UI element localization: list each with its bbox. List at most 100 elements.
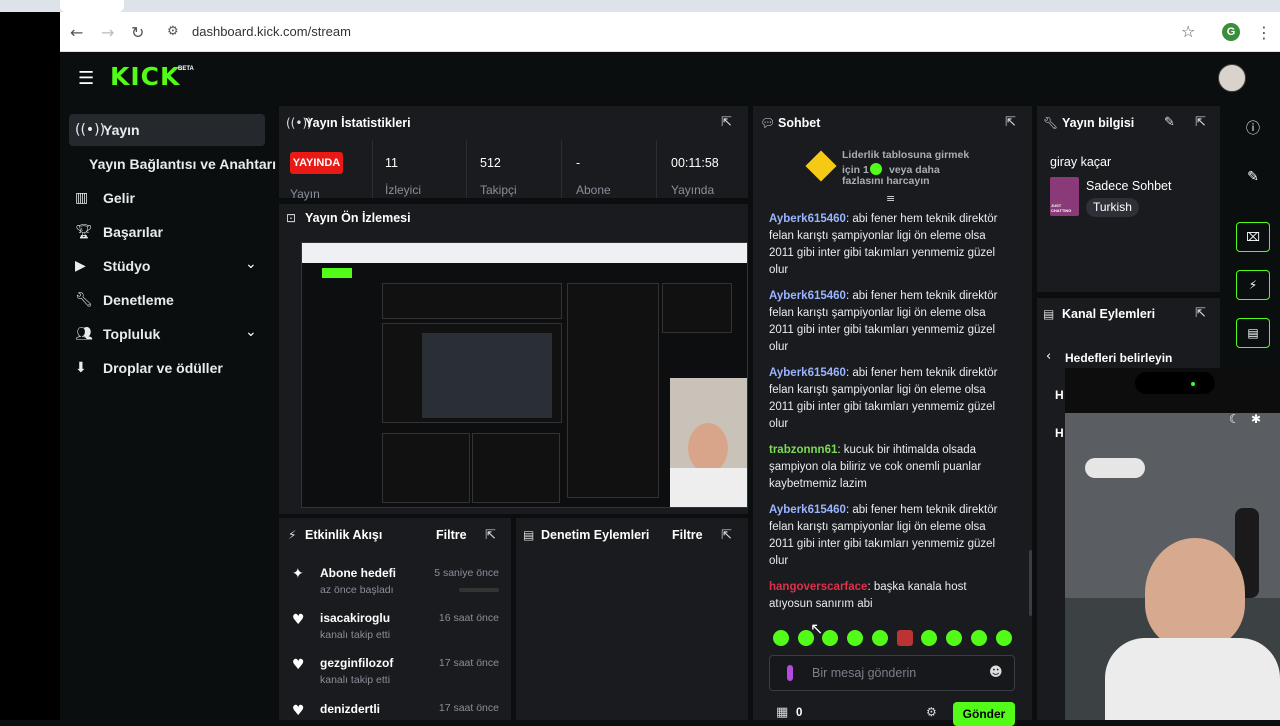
filter-button[interactable]: Filtre xyxy=(672,528,703,542)
sidebar-item-topluluk[interactable]: Topluluk xyxy=(103,326,160,342)
popout-icon[interactable]: ⇱ xyxy=(485,528,496,543)
activity-item-name: denizdertli xyxy=(320,702,381,716)
viewers-label: İzleyici xyxy=(385,183,422,197)
reload-icon[interactable]: ↻ xyxy=(131,23,144,42)
subs-label: Abone xyxy=(576,183,611,197)
log-icon: ▤ xyxy=(523,528,535,542)
sidebar-item-droplar[interactable]: Droplar ve ödüller xyxy=(103,360,223,376)
users-icon: 👥︎ xyxy=(75,326,93,342)
activity-item-sub: az önce başladı xyxy=(320,584,394,596)
panel-title: Sohbet xyxy=(778,116,821,130)
site-settings-icon[interactable]: ⚙ xyxy=(167,24,179,39)
emoji-icon[interactable]: ☻ xyxy=(989,665,1003,680)
emote-icon[interactable] xyxy=(847,630,863,646)
emote-icon[interactable] xyxy=(897,630,913,646)
browser-menu-icon[interactable]: ⋮ xyxy=(1256,23,1272,42)
heart-icon: ♥ xyxy=(292,657,305,673)
badge-icon xyxy=(787,665,793,681)
settings-gear-icon[interactable]: ⚙ xyxy=(926,705,937,719)
popout-icon[interactable]: ⇱ xyxy=(721,528,732,543)
chat-username[interactable]: Ayberk615460 xyxy=(769,504,846,516)
stream-preview-video[interactable] xyxy=(301,242,748,508)
chat-username[interactable]: hangoverscarface xyxy=(769,581,867,593)
emote-icon[interactable] xyxy=(872,630,888,646)
trophy-icon: 🏆︎ xyxy=(75,224,93,240)
user-avatar[interactable] xyxy=(1218,64,1246,92)
bookmark-star-icon[interactable]: ☆ xyxy=(1181,22,1195,41)
goal-progress-bar xyxy=(459,588,499,592)
chat-username[interactable]: trabzonnn61 xyxy=(769,444,837,456)
back-arrow-icon[interactable]: ← xyxy=(70,23,83,42)
collapse-icon[interactable]: ≡ xyxy=(886,192,895,205)
chevron-down-icon[interactable]: ⌄ xyxy=(245,256,257,272)
chat-message: Ayberk615460: abi fener hem teknik direk… xyxy=(769,367,998,430)
edit-pencil-icon[interactable]: ✎ xyxy=(1164,115,1175,130)
language-tag: Turkish xyxy=(1086,198,1139,217)
preview-icon: ⊡ xyxy=(286,211,297,225)
send-button[interactable]: Gönder xyxy=(953,702,1015,726)
camera-icon[interactable]: ⌧ xyxy=(1236,222,1270,252)
stream-title: giray kaçar xyxy=(1050,155,1112,169)
uptime-value: 00:11:58 xyxy=(671,156,719,170)
panel-title: Etkinlik Akışı xyxy=(305,528,383,542)
chat-username[interactable]: Ayberk615460 xyxy=(769,213,846,225)
divider xyxy=(466,140,467,198)
chart-icon: ▥ xyxy=(75,190,89,206)
broadcast-icon: ((•)) xyxy=(75,122,106,138)
chat-username[interactable]: Ayberk615460 xyxy=(769,290,846,302)
info-icon[interactable]: ⓘ xyxy=(1236,114,1270,144)
goal-row[interactable]: H xyxy=(1055,388,1064,402)
kick-logo[interactable]: KICK xyxy=(110,62,180,91)
sidebar-item-stream-key[interactable]: Yayın Bağlantısı ve Anahtarı xyxy=(89,156,276,172)
goal-row[interactable]: H xyxy=(1055,426,1064,440)
chevron-down-icon[interactable]: ⌄ xyxy=(245,324,257,340)
divider xyxy=(656,140,657,198)
emote-icon[interactable] xyxy=(946,630,962,646)
drops-icon: ⬇ xyxy=(75,360,87,376)
emote-icon[interactable] xyxy=(921,630,937,646)
chat-message: hangoverscarface: başka kanala host atıy… xyxy=(769,581,967,610)
chat-message: Ayberk615460: abi fener hem teknik direk… xyxy=(769,504,998,567)
activity-item-time: 5 saniye önce xyxy=(434,567,499,579)
moderation-panel xyxy=(516,518,748,720)
lightning-icon[interactable]: ⚡ xyxy=(1236,270,1270,300)
live-label: Yayın xyxy=(290,187,320,201)
gift-icon[interactable]: ▦ xyxy=(776,705,788,720)
goals-back-label[interactable]: Hedefleri belirleyin xyxy=(1065,351,1172,365)
chat-message: trabzonnn61: kucuk bir ihtimalda olsada … xyxy=(769,444,982,490)
activity-item-sub: kanalı takip etti xyxy=(320,674,391,686)
emote-icon[interactable] xyxy=(822,630,838,646)
sidebar-item-denetleme[interactable]: Denetleme xyxy=(103,292,174,308)
live-badge: YAYINDA xyxy=(290,152,343,174)
sidebar-item-basarilar[interactable]: Başarılar xyxy=(103,224,163,240)
divider xyxy=(561,140,562,198)
webcam-overlay: ☾ ✱ xyxy=(1065,368,1280,720)
wrench-icon: 🔧︎ xyxy=(75,292,93,308)
forward-arrow-icon[interactable]: → xyxy=(101,23,114,42)
document-icon[interactable]: ▤ xyxy=(1236,318,1270,348)
subs-value: - xyxy=(576,156,581,170)
filter-button[interactable]: Filtre xyxy=(436,528,467,542)
emote-icon[interactable] xyxy=(996,630,1012,646)
url-text[interactable]: dashboard.kick.com/stream xyxy=(192,24,351,39)
viewers-value: 11 xyxy=(385,156,398,170)
sparkle-icon: ✦ xyxy=(292,566,304,582)
chevron-left-icon[interactable]: ‹ xyxy=(1046,349,1051,364)
sidebar-item-studyo[interactable]: Stüdyo xyxy=(103,258,150,274)
chat-username[interactable]: Ayberk615460 xyxy=(769,367,846,379)
category-thumbnail[interactable]: JUST CHATTING xyxy=(1050,177,1079,216)
popout-icon[interactable]: ⇱ xyxy=(721,115,732,130)
sidebar-item-gelir[interactable]: Gelir xyxy=(103,190,135,206)
divider xyxy=(372,140,373,198)
leaderboard-text: fazlasını harcayın xyxy=(842,175,930,187)
popout-icon[interactable]: ⇱ xyxy=(1005,115,1016,130)
emote-icon[interactable] xyxy=(773,630,789,646)
pencil-icon[interactable]: ✎ xyxy=(1236,162,1270,192)
emote-icon[interactable] xyxy=(971,630,987,646)
chat-scrollbar[interactable] xyxy=(1029,550,1032,616)
category-name[interactable]: Sadece Sohbet xyxy=(1086,179,1172,193)
popout-icon[interactable]: ⇱ xyxy=(1195,306,1206,321)
profile-avatar-icon[interactable]: G xyxy=(1222,23,1240,41)
hamburger-menu-icon[interactable]: ☰ xyxy=(78,68,94,89)
popout-icon[interactable]: ⇱ xyxy=(1195,115,1206,130)
